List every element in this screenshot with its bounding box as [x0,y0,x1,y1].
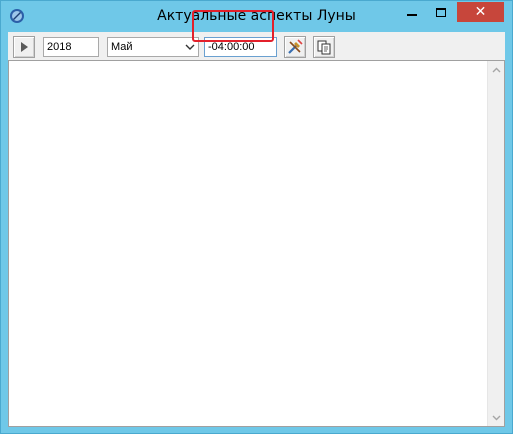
close-icon: ✕ [474,4,487,20]
copy-icon [317,40,331,55]
month-select[interactable]: Май [107,37,199,57]
tools-button[interactable] [284,36,306,58]
close-button[interactable]: ✕ [457,2,504,22]
vertical-scrollbar[interactable] [487,61,504,426]
results-area[interactable] [8,60,505,427]
client-area: 2018 Май -04:00:00 [8,32,505,427]
month-select-value: Май [111,41,133,53]
tools-icon [288,39,303,54]
scroll-up-icon [492,67,501,72]
minimize-icon [407,14,417,16]
time-offset-input[interactable]: -04:00:00 [204,37,277,57]
scroll-down-button[interactable] [488,409,505,426]
toolbar: 2018 Май -04:00:00 [8,32,505,60]
play-icon [21,42,28,52]
app-window: Актуальные аспекты Луны ✕ 2018 Май -04:0… [0,0,513,434]
scroll-down-icon [492,415,501,420]
play-button[interactable] [13,36,35,58]
maximize-button[interactable] [427,2,455,22]
title-bar[interactable]: Актуальные аспекты Луны ✕ [1,1,512,31]
scroll-up-button[interactable] [488,61,505,78]
year-input[interactable]: 2018 [43,37,99,57]
chevron-down-icon[interactable] [185,41,195,53]
minimize-button[interactable] [398,2,426,22]
copy-button[interactable] [313,36,335,58]
maximize-icon [436,7,446,17]
